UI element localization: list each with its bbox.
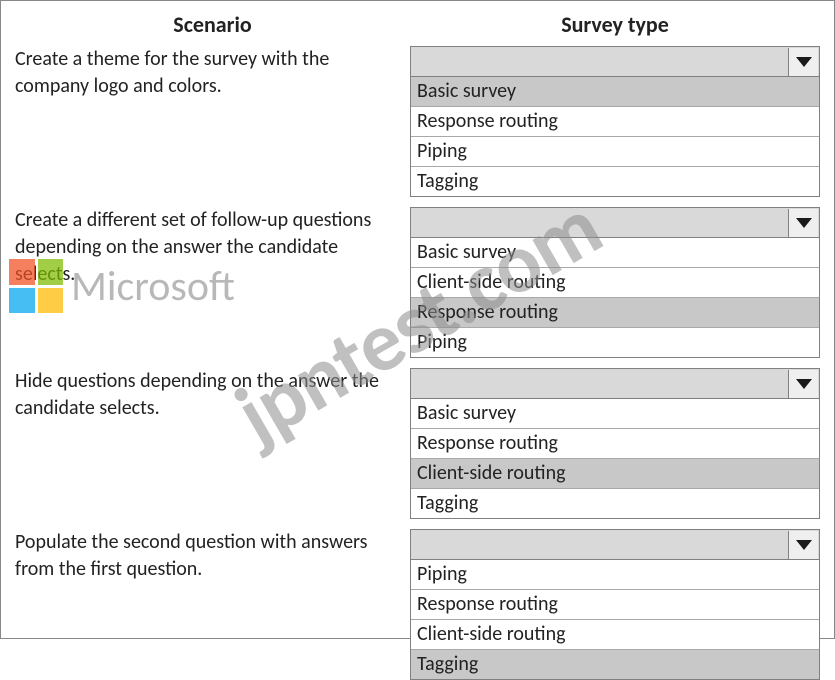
chevron-down-icon[interactable] [788, 209, 818, 237]
dropdown-option[interactable]: Basic survey [411, 77, 819, 107]
dropdown-header[interactable] [411, 530, 819, 560]
dropdown-option[interactable]: Client-side routing [411, 459, 819, 489]
dropdown-header[interactable] [411, 369, 819, 399]
microsoft-logo-icon [9, 259, 63, 313]
chevron-down-icon[interactable] [788, 370, 818, 398]
scenario-text: Populate the second question with answer… [15, 529, 410, 583]
survey-type-dropdown[interactable]: PipingResponse routingClient-side routin… [410, 529, 820, 680]
scenario-row: Hide questions depending on the answer t… [15, 368, 820, 519]
dropdown-option[interactable]: Client-side routing [411, 620, 819, 650]
scenario-row: Populate the second question with answer… [15, 529, 820, 680]
dropdown-option[interactable]: Response routing [411, 429, 819, 459]
dropdown-option[interactable]: Basic survey [411, 399, 819, 429]
chevron-down-icon[interactable] [788, 48, 818, 76]
dropdown-header[interactable] [411, 47, 819, 77]
dropdown-option[interactable]: Tagging [411, 489, 819, 518]
scenario-text: Create a theme for the survey with the c… [15, 46, 410, 100]
dropdown-option[interactable]: Piping [411, 560, 819, 590]
scenario-text: Hide questions depending on the answer t… [15, 368, 410, 422]
dropdown-option[interactable]: Piping [411, 137, 819, 167]
dropdown-option[interactable]: Response routing [411, 107, 819, 137]
dropdown-option[interactable]: Client-side routing [411, 268, 819, 298]
microsoft-logo-text: Microsoft [71, 261, 235, 312]
dropdown-option[interactable]: Basic survey [411, 238, 819, 268]
dropdown-option[interactable]: Response routing [411, 590, 819, 620]
chevron-down-icon[interactable] [788, 531, 818, 559]
dropdown-header[interactable] [411, 208, 819, 238]
survey-type-dropdown[interactable]: Basic surveyResponse routingClient-side … [410, 368, 820, 519]
survey-type-dropdown[interactable]: Basic surveyClient-side routingResponse … [410, 207, 820, 358]
dropdown-option[interactable]: Tagging [411, 167, 819, 196]
scenario-row: Create a theme for the survey with the c… [15, 46, 820, 197]
survey-type-dropdown[interactable]: Basic surveyResponse routingPipingTaggin… [410, 46, 820, 197]
column-header-survey-type: Survey type [410, 11, 820, 38]
dropdown-option[interactable]: Piping [411, 328, 819, 357]
dropdown-option[interactable]: Tagging [411, 650, 819, 679]
column-header-scenario: Scenario [15, 11, 410, 38]
dropdown-option[interactable]: Response routing [411, 298, 819, 328]
microsoft-logo: Microsoft [9, 259, 235, 313]
